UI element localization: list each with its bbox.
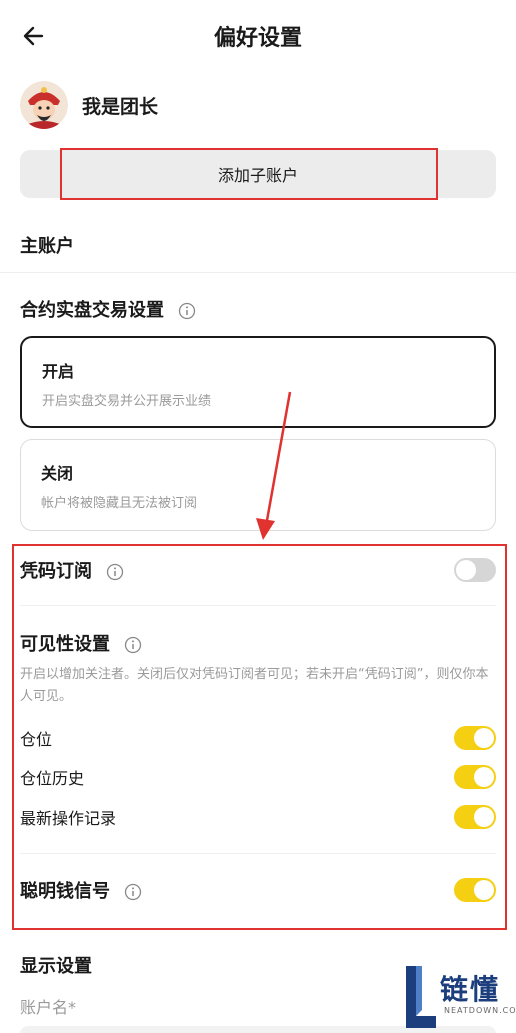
latest-ops-toggle[interactable] [454,805,496,829]
account-name-label: 账户名* [20,998,77,1017]
watermark-text: 链懂 [440,973,501,1006]
toggle-knob [456,560,476,580]
smart-money-title: 聪明钱信号 [20,877,142,903]
smart-money-label: 聪明钱信号 [20,881,110,902]
toggle-knob [474,807,494,827]
annotation-arrow [256,391,292,540]
visibility-row-position-history: 仓位历史 [20,763,496,791]
toggle-knob [474,767,494,787]
code-subscription-title: 凭码订阅 [20,557,124,583]
row-label: 最新操作记录 [20,809,117,828]
smart-money-toggle[interactable] [454,878,496,902]
visibility-settings-title: 可见性设置 [20,630,142,656]
visibility-description: 开启以增加关注者。关闭后仅对凭码订阅者可见；若未开启“凭码订阅”，则仅你本人可见… [20,667,489,704]
info-icon[interactable] [106,563,124,581]
row-label: 仓位历史 [20,769,85,788]
info-icon[interactable] [124,883,142,901]
divider [0,272,516,273]
avatar[interactable] [20,81,68,129]
username: 我是团长 [82,95,159,118]
toggle-knob [474,880,494,900]
contract-settings-title: 合约实盘交易设置 [20,296,196,322]
info-icon[interactable] [124,636,142,654]
visibility-row-latest-ops: 最新操作记录 [20,803,496,831]
toggle-knob [474,728,494,748]
position-history-toggle[interactable] [454,765,496,789]
main-account-label: 主账户 [20,236,74,257]
visibility-settings-label: 可见性设置 [20,634,110,655]
visibility-row-position: 仓位 [20,724,496,752]
contract-settings-label: 合约实盘交易设置 [20,300,164,321]
code-subscription-toggle[interactable] [454,558,496,582]
divider [20,605,496,606]
code-subscription-label: 凭码订阅 [20,561,92,582]
watermark-subtext: NEATDOWN.COM [444,1006,516,1015]
position-toggle[interactable] [454,726,496,750]
display-settings-title: 显示设置 [20,956,92,977]
option-title: 开启 [42,362,75,381]
row-label: 仓位 [20,730,53,749]
watermark-logo: 链懂 NEATDOWN.COM [400,962,516,1033]
profile: 我是团长 [20,80,158,130]
code-subscription-row: 凭码订阅 [20,556,496,584]
page-title: 偏好设置 [213,26,302,51]
info-icon[interactable] [178,302,196,320]
smart-money-row: 聪明钱信号 [20,876,496,904]
divider [20,853,496,854]
highlight-box-add-sub [60,148,438,200]
header: 偏好设置 [0,0,516,72]
